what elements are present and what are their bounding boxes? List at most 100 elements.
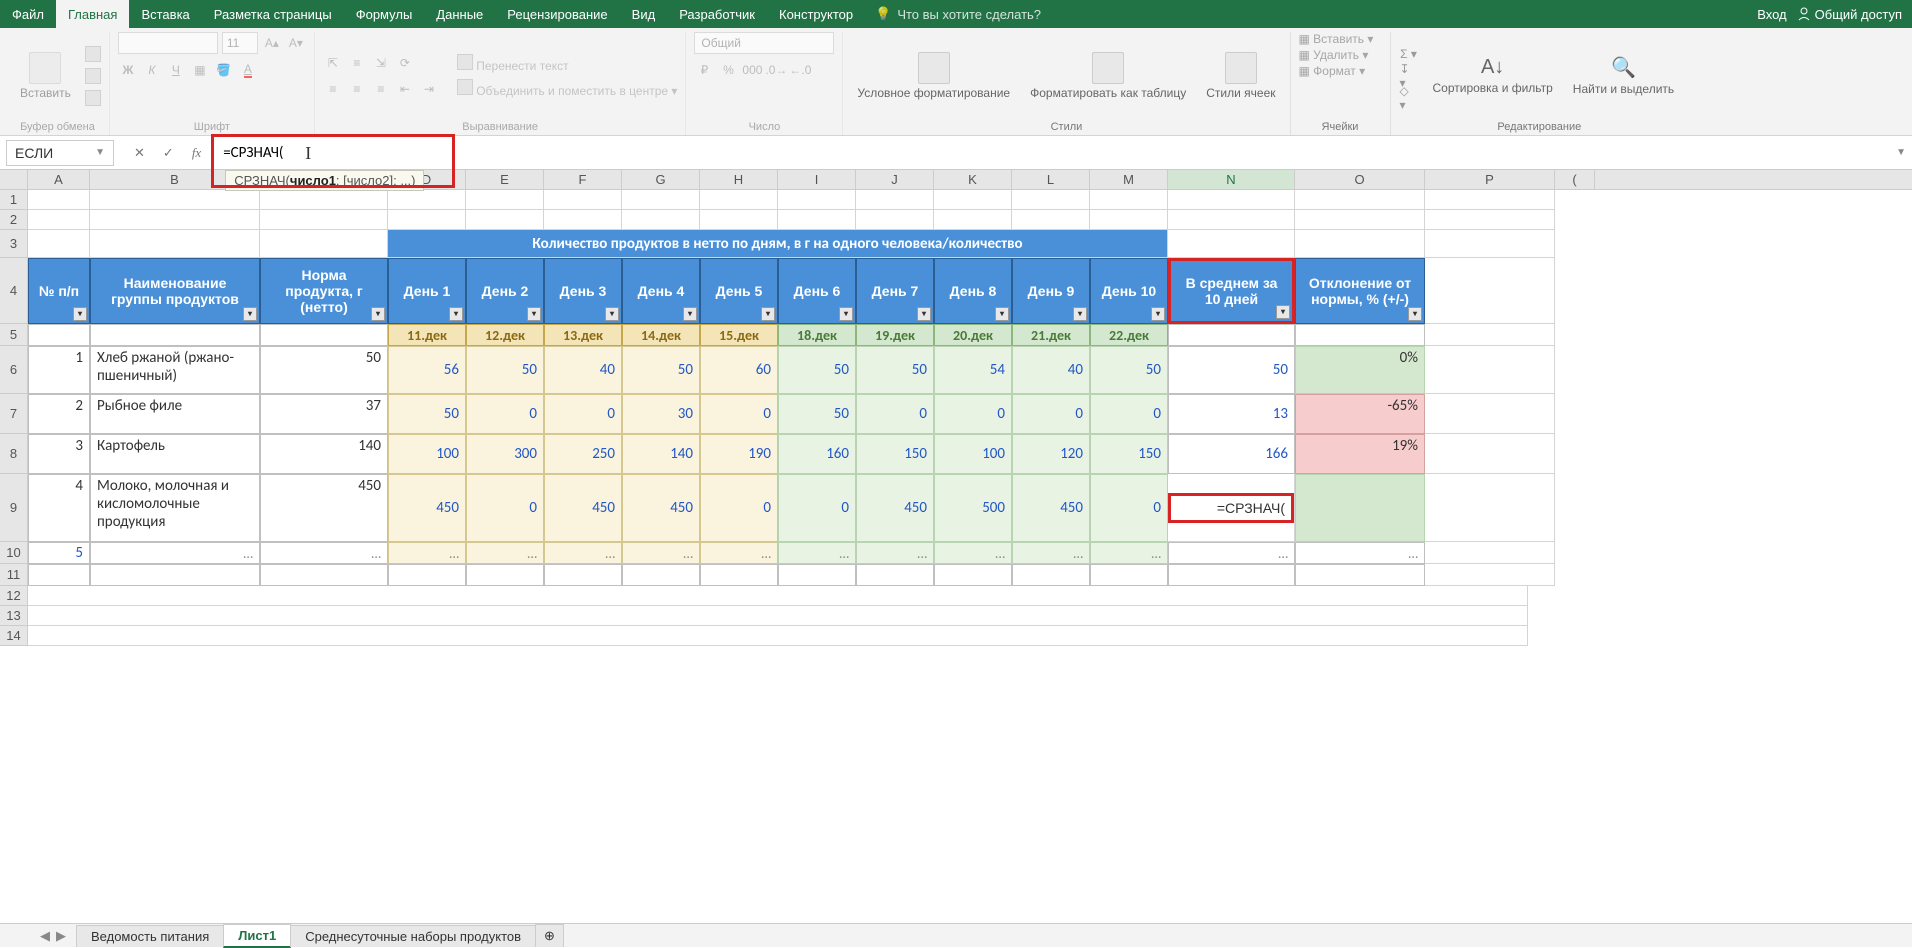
font-color-icon[interactable]: A [238, 60, 258, 80]
col-header[interactable]: E [466, 170, 544, 189]
cell[interactable] [1295, 564, 1425, 586]
row-header[interactable]: 12 [0, 586, 28, 606]
merge-center-button[interactable]: Объединить и поместить в центре ▾ [457, 79, 678, 98]
sheet-nav-prev[interactable]: ◀ [40, 928, 50, 944]
cell[interactable]: 50 [1090, 346, 1168, 394]
cell[interactable] [1425, 564, 1555, 586]
cell[interactable]: … [90, 542, 260, 564]
underline-button[interactable]: Ч [166, 60, 186, 80]
cell[interactable]: 0 [700, 474, 778, 542]
cell[interactable]: 0 [1090, 394, 1168, 434]
date-cell[interactable]: 21.дек [1012, 324, 1090, 346]
cell[interactable]: … [700, 542, 778, 564]
cell[interactable]: 50 [778, 394, 856, 434]
cell[interactable]: 50 [388, 394, 466, 434]
cell[interactable] [1425, 258, 1555, 324]
sort-filter-button[interactable]: A↓Сортировка и фильтр [1427, 52, 1559, 99]
borders-icon[interactable]: ▦ [190, 60, 210, 80]
col-header[interactable]: N [1168, 170, 1295, 189]
cell[interactable] [1168, 230, 1295, 258]
cell[interactable] [28, 606, 1528, 626]
tab-home[interactable]: Главная [56, 0, 129, 28]
cell[interactable] [28, 230, 90, 258]
cell[interactable]: 120 [1012, 434, 1090, 474]
date-cell[interactable]: 14.дек [622, 324, 700, 346]
cell[interactable]: 50 [856, 346, 934, 394]
wrap-text-button[interactable]: Перенести текст [457, 54, 678, 73]
cell[interactable] [934, 210, 1012, 230]
col-header[interactable]: ( [1555, 170, 1595, 189]
cell[interactable]: 50 [466, 346, 544, 394]
copy-icon[interactable] [85, 68, 101, 84]
table-header[interactable]: День 7▾ [856, 258, 934, 324]
cell[interactable]: 150 [856, 434, 934, 474]
cell[interactable] [1090, 190, 1168, 210]
cell[interactable]: 0 [1012, 394, 1090, 434]
cell[interactable]: 450 [856, 474, 934, 542]
tab-page-layout[interactable]: Разметка страницы [202, 0, 344, 28]
cell[interactable]: 0 [934, 394, 1012, 434]
cell[interactable]: 450 [622, 474, 700, 542]
cell[interactable] [466, 564, 544, 586]
date-cell[interactable]: 12.дек [466, 324, 544, 346]
cell[interactable] [260, 210, 388, 230]
cell-editing[interactable]: =СРЗНАЧ( [1168, 493, 1294, 523]
cell[interactable]: 190 [700, 434, 778, 474]
tab-file[interactable]: Файл [0, 0, 56, 28]
cell[interactable] [466, 190, 544, 210]
table-header[interactable]: Норма продукта, г (нетто)▾ [260, 258, 388, 324]
cell[interactable] [700, 210, 778, 230]
cell[interactable]: 40 [544, 346, 622, 394]
cell[interactable] [1425, 474, 1555, 542]
row-header[interactable]: 9 [0, 474, 28, 542]
cell[interactable] [260, 564, 388, 586]
paste-button[interactable]: Вставить [14, 48, 77, 104]
col-header[interactable]: O [1295, 170, 1425, 189]
signin-link[interactable]: Вход [1757, 7, 1786, 22]
cell[interactable] [1425, 210, 1555, 230]
cell[interactable]: … [622, 542, 700, 564]
cell[interactable]: Картофель [90, 434, 260, 474]
cell[interactable]: Хлеб ржаной (ржано-пшеничный) [90, 346, 260, 394]
cell[interactable]: … [1295, 542, 1425, 564]
cell[interactable]: 40 [1012, 346, 1090, 394]
filter-icon[interactable]: ▾ [1073, 307, 1087, 321]
cell[interactable]: 50 [1168, 346, 1295, 394]
cell[interactable]: … [934, 542, 1012, 564]
share-button[interactable]: Общий доступ [1797, 7, 1902, 22]
cell[interactable] [700, 190, 778, 210]
filter-icon[interactable]: ▾ [527, 307, 541, 321]
cell[interactable] [1295, 210, 1425, 230]
number-format-select[interactable] [694, 32, 834, 54]
cell[interactable]: 160 [778, 434, 856, 474]
cell[interactable]: -65% [1295, 394, 1425, 434]
cell[interactable]: 0 [778, 474, 856, 542]
col-header[interactable]: A [28, 170, 90, 189]
fill-icon[interactable]: ↧ ▾ [1399, 66, 1419, 86]
filter-icon[interactable]: ▾ [605, 307, 619, 321]
date-cell[interactable]: 22.дек [1090, 324, 1168, 346]
cell[interactable]: … [1168, 542, 1295, 564]
table-header[interactable]: День 5▾ [700, 258, 778, 324]
table-header[interactable]: День 1▾ [388, 258, 466, 324]
cell[interactable]: … [1012, 542, 1090, 564]
col-header[interactable]: G [622, 170, 700, 189]
cell[interactable]: 250 [544, 434, 622, 474]
cell[interactable] [1295, 474, 1425, 542]
row-header[interactable]: 2 [0, 210, 28, 230]
cell[interactable]: … [856, 542, 934, 564]
cell[interactable] [1168, 210, 1295, 230]
cell[interactable] [28, 210, 90, 230]
cell[interactable] [622, 190, 700, 210]
cell[interactable] [1425, 434, 1555, 474]
cell[interactable] [28, 626, 1528, 646]
row-header[interactable]: 13 [0, 606, 28, 626]
font-name-select[interactable] [118, 32, 218, 54]
cell[interactable] [778, 564, 856, 586]
date-cell[interactable]: 11.дек [388, 324, 466, 346]
active-cell[interactable]: =СРЗНАЧ( [1168, 474, 1295, 542]
cell[interactable]: … [544, 542, 622, 564]
cell[interactable] [260, 190, 388, 210]
cell[interactable]: 30 [622, 394, 700, 434]
table-title[interactable]: Количество продуктов в нетто по дням, в … [388, 230, 1168, 258]
